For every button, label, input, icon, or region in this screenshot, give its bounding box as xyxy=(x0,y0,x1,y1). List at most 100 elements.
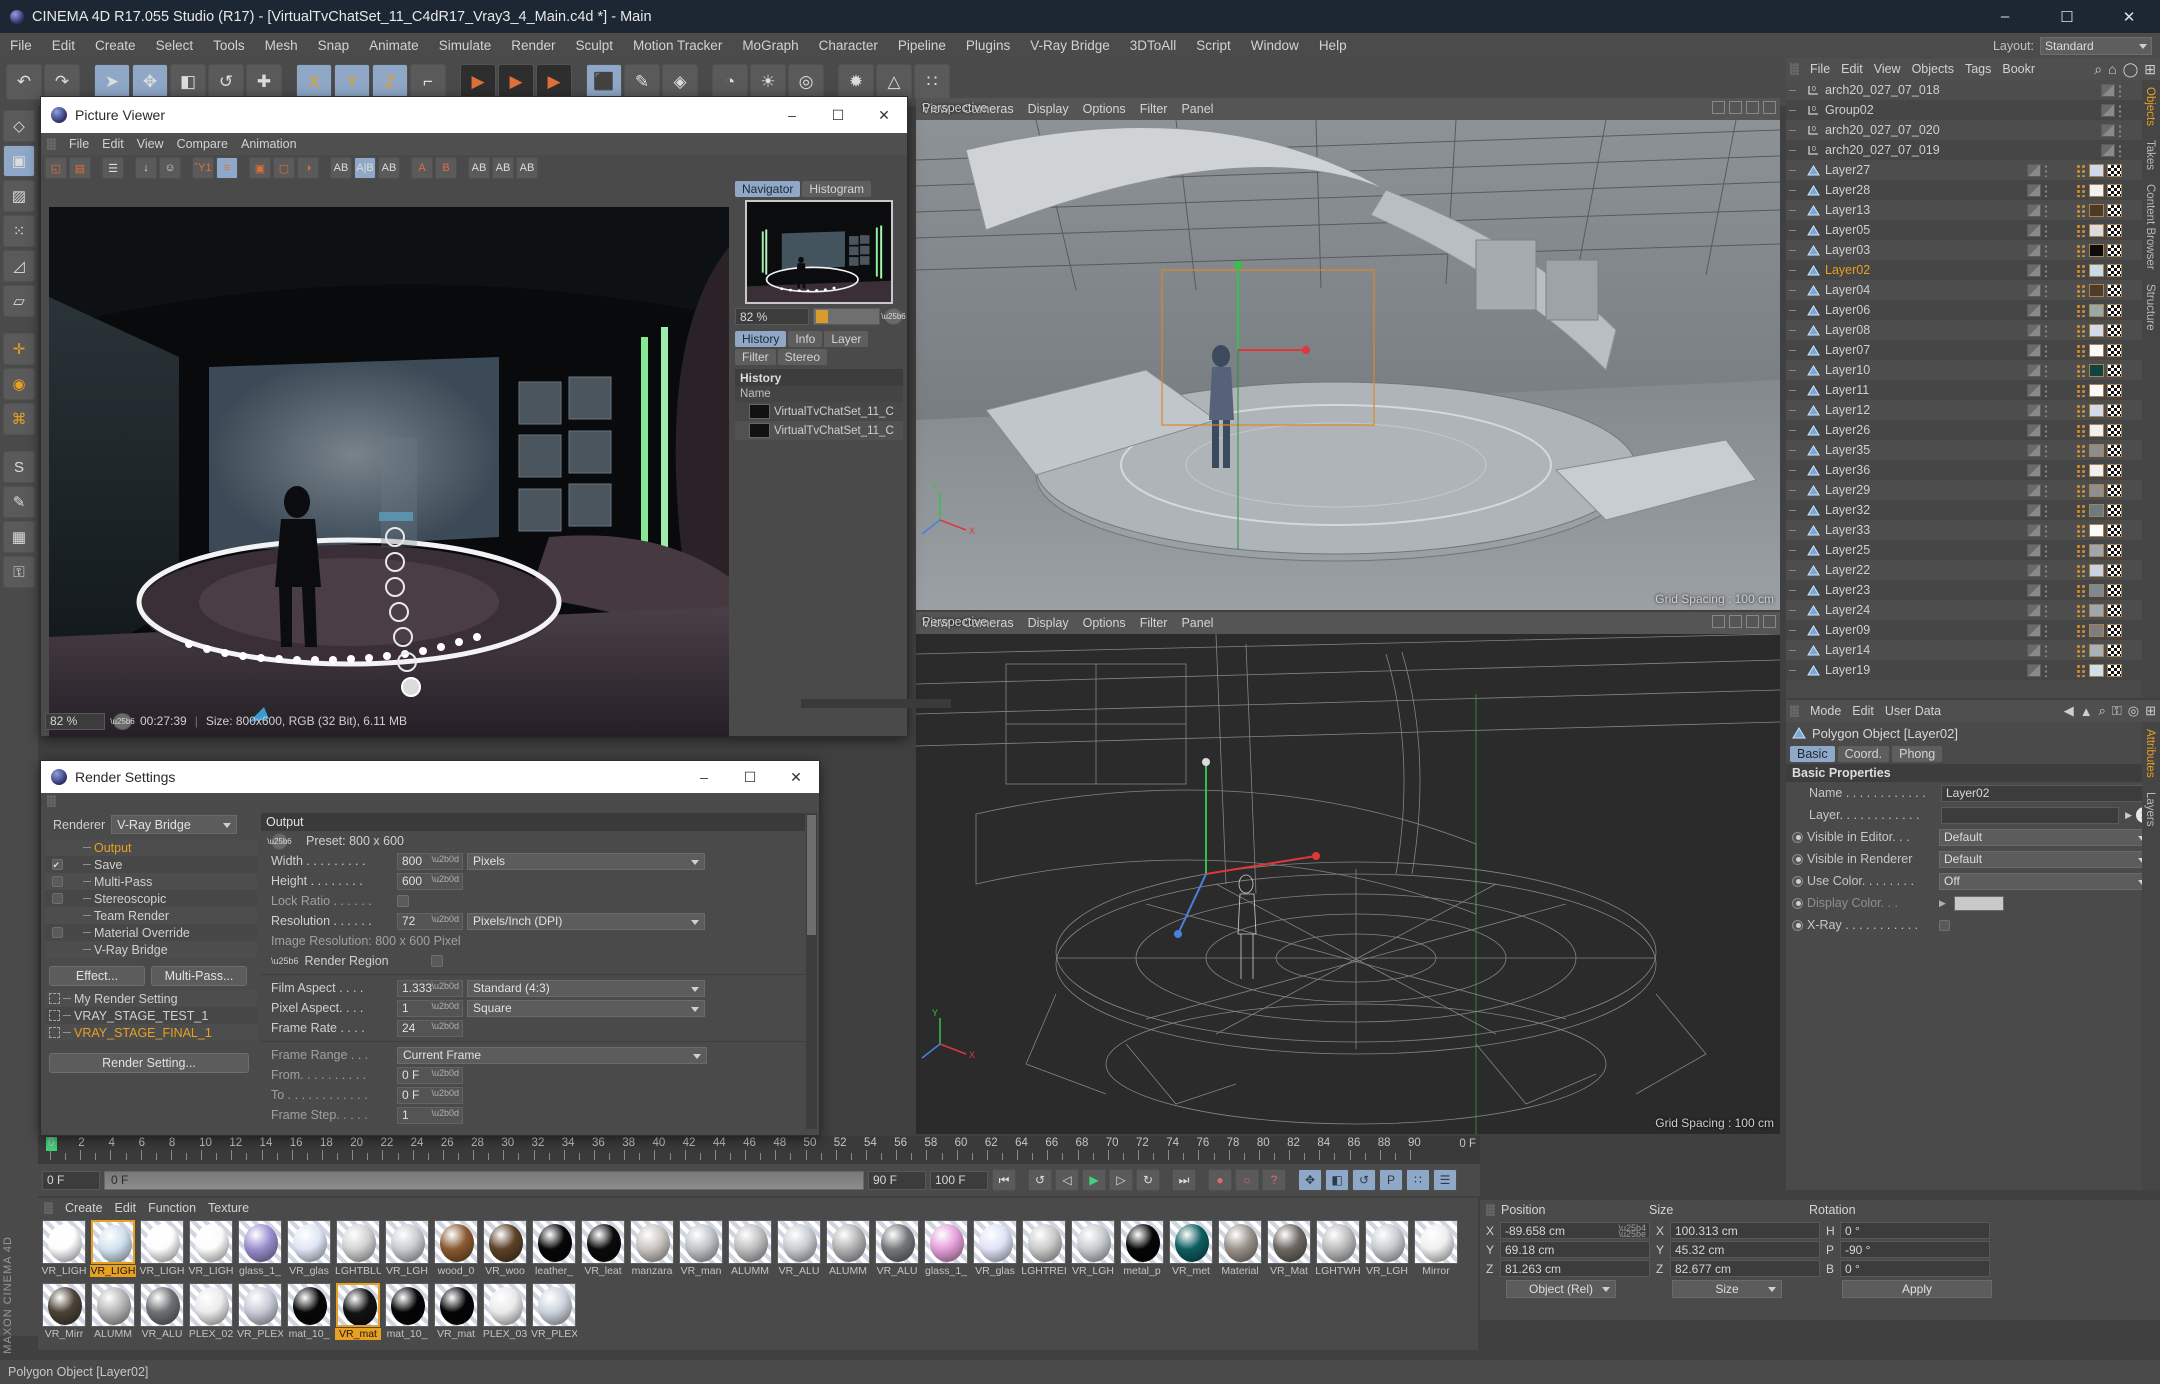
viewport-top-canvas[interactable]: Y X xyxy=(916,120,1780,610)
render-tree-item[interactable]: V-Ray Bridge xyxy=(45,941,257,958)
navigator-zoom-row[interactable]: 82 % \u25b6 xyxy=(735,308,906,325)
material-item[interactable]: glass_1_ xyxy=(922,1220,970,1282)
render-settings-window[interactable]: Render Settings – ☐ ✕ Renderer V-Ray Bri… xyxy=(40,760,820,1136)
object-tags[interactable] xyxy=(2027,223,2122,237)
set-b-button[interactable]: B xyxy=(435,157,457,179)
render-settings-right-pane[interactable]: Output \u25b6 Preset: 800 x 600 Width . … xyxy=(261,813,805,1131)
texture-tag-icon[interactable] xyxy=(2107,323,2122,337)
object-tags[interactable] xyxy=(2027,283,2122,297)
object-tags[interactable] xyxy=(2027,243,2122,257)
material-item[interactable]: VR_mat xyxy=(334,1283,382,1345)
material-thumbnail[interactable] xyxy=(336,1283,380,1327)
pv-nav-tab-navigator[interactable]: Navigator xyxy=(735,181,801,197)
object-tags[interactable] xyxy=(2027,443,2122,457)
object-tags[interactable] xyxy=(2027,623,2122,637)
ab-1-button[interactable]: AB xyxy=(468,157,490,179)
render-view-button[interactable]: ▶ xyxy=(460,64,496,100)
render-tree-item[interactable]: Team Render xyxy=(45,907,257,924)
panel-grip-icon[interactable] xyxy=(1790,63,1799,75)
material-thumbnail[interactable] xyxy=(336,1220,380,1264)
effect-button[interactable]: Effect... xyxy=(49,966,145,986)
resolution-unit-dropdown[interactable]: Pixels/Inch (DPI) xyxy=(467,912,705,930)
pv-info-tab-info[interactable]: Info xyxy=(788,331,823,347)
materials-menu-edit[interactable]: Edit xyxy=(115,1201,137,1215)
target-icon[interactable]: ◎ xyxy=(2128,703,2139,719)
objects-list[interactable]: 0 arch20_027_07_018 0 Group02 0 arch20_027_07… xyxy=(1786,80,2142,698)
coord-size-x-input[interactable]: 100.313 cm xyxy=(1670,1222,1820,1239)
texture-tag-icon[interactable] xyxy=(2107,223,2122,237)
from-input[interactable]: 0 F \u2b0d xyxy=(397,1066,463,1084)
render-settings-tree[interactable]: Output ✔ Save Multi-Pass Stereoscopic Team Re… xyxy=(45,839,257,958)
material-item[interactable]: mat_10_ xyxy=(285,1283,333,1345)
object-tags[interactable] xyxy=(2027,343,2122,357)
render-preset-item[interactable]: VRAY_STAGE_TEST_1 xyxy=(45,1007,257,1024)
object-tags[interactable] xyxy=(2027,183,2122,197)
display-tag-icon[interactable] xyxy=(2027,383,2041,397)
menu-item-edit[interactable]: Edit xyxy=(42,33,85,58)
visibility-dots-icon[interactable] xyxy=(2044,343,2048,357)
animate-radio-icon[interactable] xyxy=(1792,897,1803,909)
enable-axis-button[interactable]: ✛ xyxy=(3,333,35,365)
objects-manager[interactable]: File Edit View Objects Tags Bookr ⌕ ⌂ ◯ ⊞ 0 arch2… xyxy=(1786,58,2160,698)
compare-button[interactable]: ◑ xyxy=(297,157,319,179)
back-arrow-icon[interactable]: ◀ xyxy=(2064,703,2074,719)
close-button[interactable]: ✕ xyxy=(2098,0,2160,33)
tree-checkbox[interactable] xyxy=(51,876,63,887)
side-tab-content-browser[interactable]: Content Browser xyxy=(2142,177,2158,277)
material-tag-icon[interactable] xyxy=(2089,383,2104,397)
object-tags[interactable] xyxy=(2027,563,2122,577)
main-menubar[interactable]: File Edit Create Select Tools Mesh Snap Animate… xyxy=(0,33,2160,58)
ab-compare-button[interactable]: AB xyxy=(330,157,352,179)
object-tags[interactable] xyxy=(2101,103,2122,117)
object-tags[interactable] xyxy=(2027,203,2122,217)
home-icon[interactable]: ⌂ xyxy=(2108,61,2116,77)
object-tags[interactable] xyxy=(2101,123,2122,137)
display-tag-icon[interactable] xyxy=(2027,343,2041,357)
visibility-dots-icon[interactable] xyxy=(2044,563,2048,577)
material-item[interactable]: PLEX_03 xyxy=(481,1283,529,1345)
coordinates-manager[interactable]: Position Size Rotation X -89.658 cm \u25b4… xyxy=(1480,1200,2160,1320)
coord-rot-b-input[interactable]: 0 ° xyxy=(1840,1260,1990,1277)
visibility-dots-icon[interactable] xyxy=(2044,323,2048,337)
layout-selector-group[interactable]: Layout: Standard xyxy=(1993,36,2160,55)
maximize-button[interactable]: ☐ xyxy=(2036,0,2098,33)
texture-mode-button[interactable]: ▨ xyxy=(3,180,35,212)
texture-tag-icon[interactable] xyxy=(2107,483,2122,497)
ab-3-button[interactable]: AB xyxy=(516,157,538,179)
visibility-dots-icon[interactable] xyxy=(2044,403,2048,417)
cube-primitive-button[interactable]: ⬛ xyxy=(586,64,622,100)
frame-rate-row[interactable]: Frame Rate . . . . 24 \u2b0d xyxy=(261,1018,805,1038)
material-thumbnail[interactable] xyxy=(42,1220,86,1264)
visibility-dots-icon[interactable] xyxy=(2044,663,2048,677)
material-item[interactable]: VR_glas xyxy=(285,1220,333,1282)
display-tag-icon[interactable] xyxy=(2027,563,2041,577)
left-toolbar[interactable]: ◇ ▣ ▨ ⁙ ◿ ▱ ✛ ◉ ⌘ S ✎ ▦ ⚿ xyxy=(0,106,38,1336)
material-thumbnail[interactable] xyxy=(1071,1220,1115,1264)
material-tag-icon[interactable] xyxy=(2089,343,2104,357)
ellipse-icon[interactable]: ◯ xyxy=(2123,61,2139,78)
menu-item-tools[interactable]: Tools xyxy=(203,33,255,58)
material-item[interactable]: VR_LGH xyxy=(1069,1220,1117,1282)
material-item[interactable]: VR_LIGH xyxy=(138,1220,186,1282)
object-tags[interactable] xyxy=(2027,383,2122,397)
height-input[interactable]: 600 \u2b0d xyxy=(397,872,463,890)
pv-close-button[interactable]: ✕ xyxy=(861,97,907,133)
attribute-dropdown[interactable]: Default xyxy=(1939,850,2152,868)
lock-ratio-row[interactable]: Lock Ratio . . . . . . xyxy=(261,891,805,911)
fit-b-button[interactable]: ▢ xyxy=(273,157,295,179)
object-row[interactable]: Layer04 xyxy=(1786,280,2142,300)
menu-item-animate[interactable]: Animate xyxy=(359,33,429,58)
redo-button[interactable]: ↷ xyxy=(44,64,80,100)
materials-menu-function[interactable]: Function xyxy=(148,1201,196,1215)
film-aspect-preset-dropdown[interactable]: Standard (4:3) xyxy=(467,979,705,997)
width-unit-dropdown[interactable]: Pixels xyxy=(467,852,705,870)
render-tree-item[interactable]: Output xyxy=(45,839,257,856)
animate-radio-icon[interactable] xyxy=(1792,875,1803,887)
object-row[interactable]: Layer22 xyxy=(1786,560,2142,580)
record-rotation-button[interactable]: ↺ xyxy=(1352,1169,1376,1191)
object-tags[interactable] xyxy=(2027,403,2122,417)
viewport2-layout-icons[interactable] xyxy=(1712,615,1776,628)
material-item[interactable]: VR_LGH xyxy=(1363,1220,1411,1282)
material-tag-icon[interactable] xyxy=(2089,583,2104,597)
visibility-dots-icon[interactable] xyxy=(2044,463,2048,477)
